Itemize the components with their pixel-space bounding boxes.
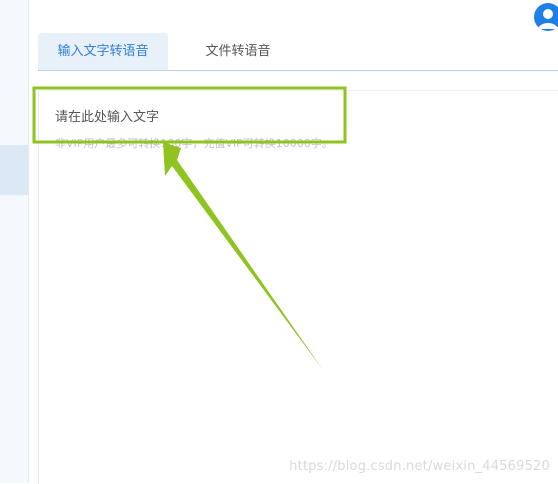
- sidebar-active-item[interactable]: [0, 145, 28, 195]
- text-input-area[interactable]: 请在此处输入文字 非VIP用户最多可转换100字，充值VIP可转换10000字。: [38, 90, 558, 484]
- left-sidebar: [0, 0, 29, 483]
- char-limit-hint: 非VIP用户最多可转换100字，充值VIP可转换10000字。: [55, 137, 333, 150]
- user-icon: [538, 9, 558, 29]
- mode-tabs: 输入文字转语音 文件转语音: [38, 33, 558, 71]
- watermark: https://blog.csdn.net/weixin_44569520: [289, 459, 550, 474]
- user-avatar[interactable]: [534, 3, 558, 31]
- text-input-placeholder: 请在此处输入文字: [55, 110, 160, 125]
- tab-text-to-speech[interactable]: 输入文字转语音: [38, 33, 168, 70]
- tab-file-to-speech[interactable]: 文件转语音: [203, 33, 273, 70]
